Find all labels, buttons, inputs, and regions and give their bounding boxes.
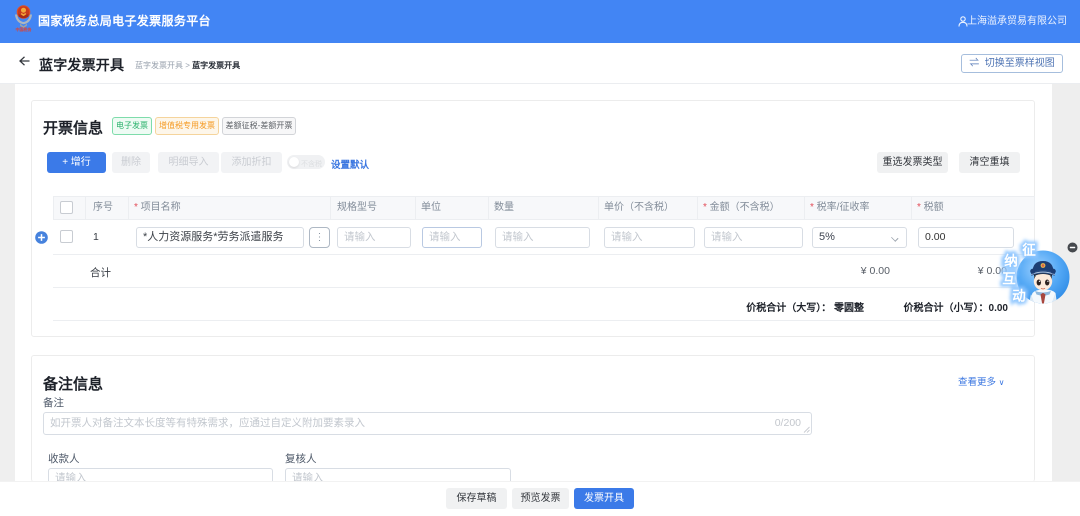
svg-text:动: 动 — [1012, 288, 1026, 304]
svg-text:纳: 纳 — [1004, 253, 1018, 269]
svg-text:互: 互 — [1002, 272, 1016, 287]
svg-text:中国税务: 中国税务 — [16, 26, 33, 32]
svg-text:征: 征 — [1022, 242, 1036, 258]
